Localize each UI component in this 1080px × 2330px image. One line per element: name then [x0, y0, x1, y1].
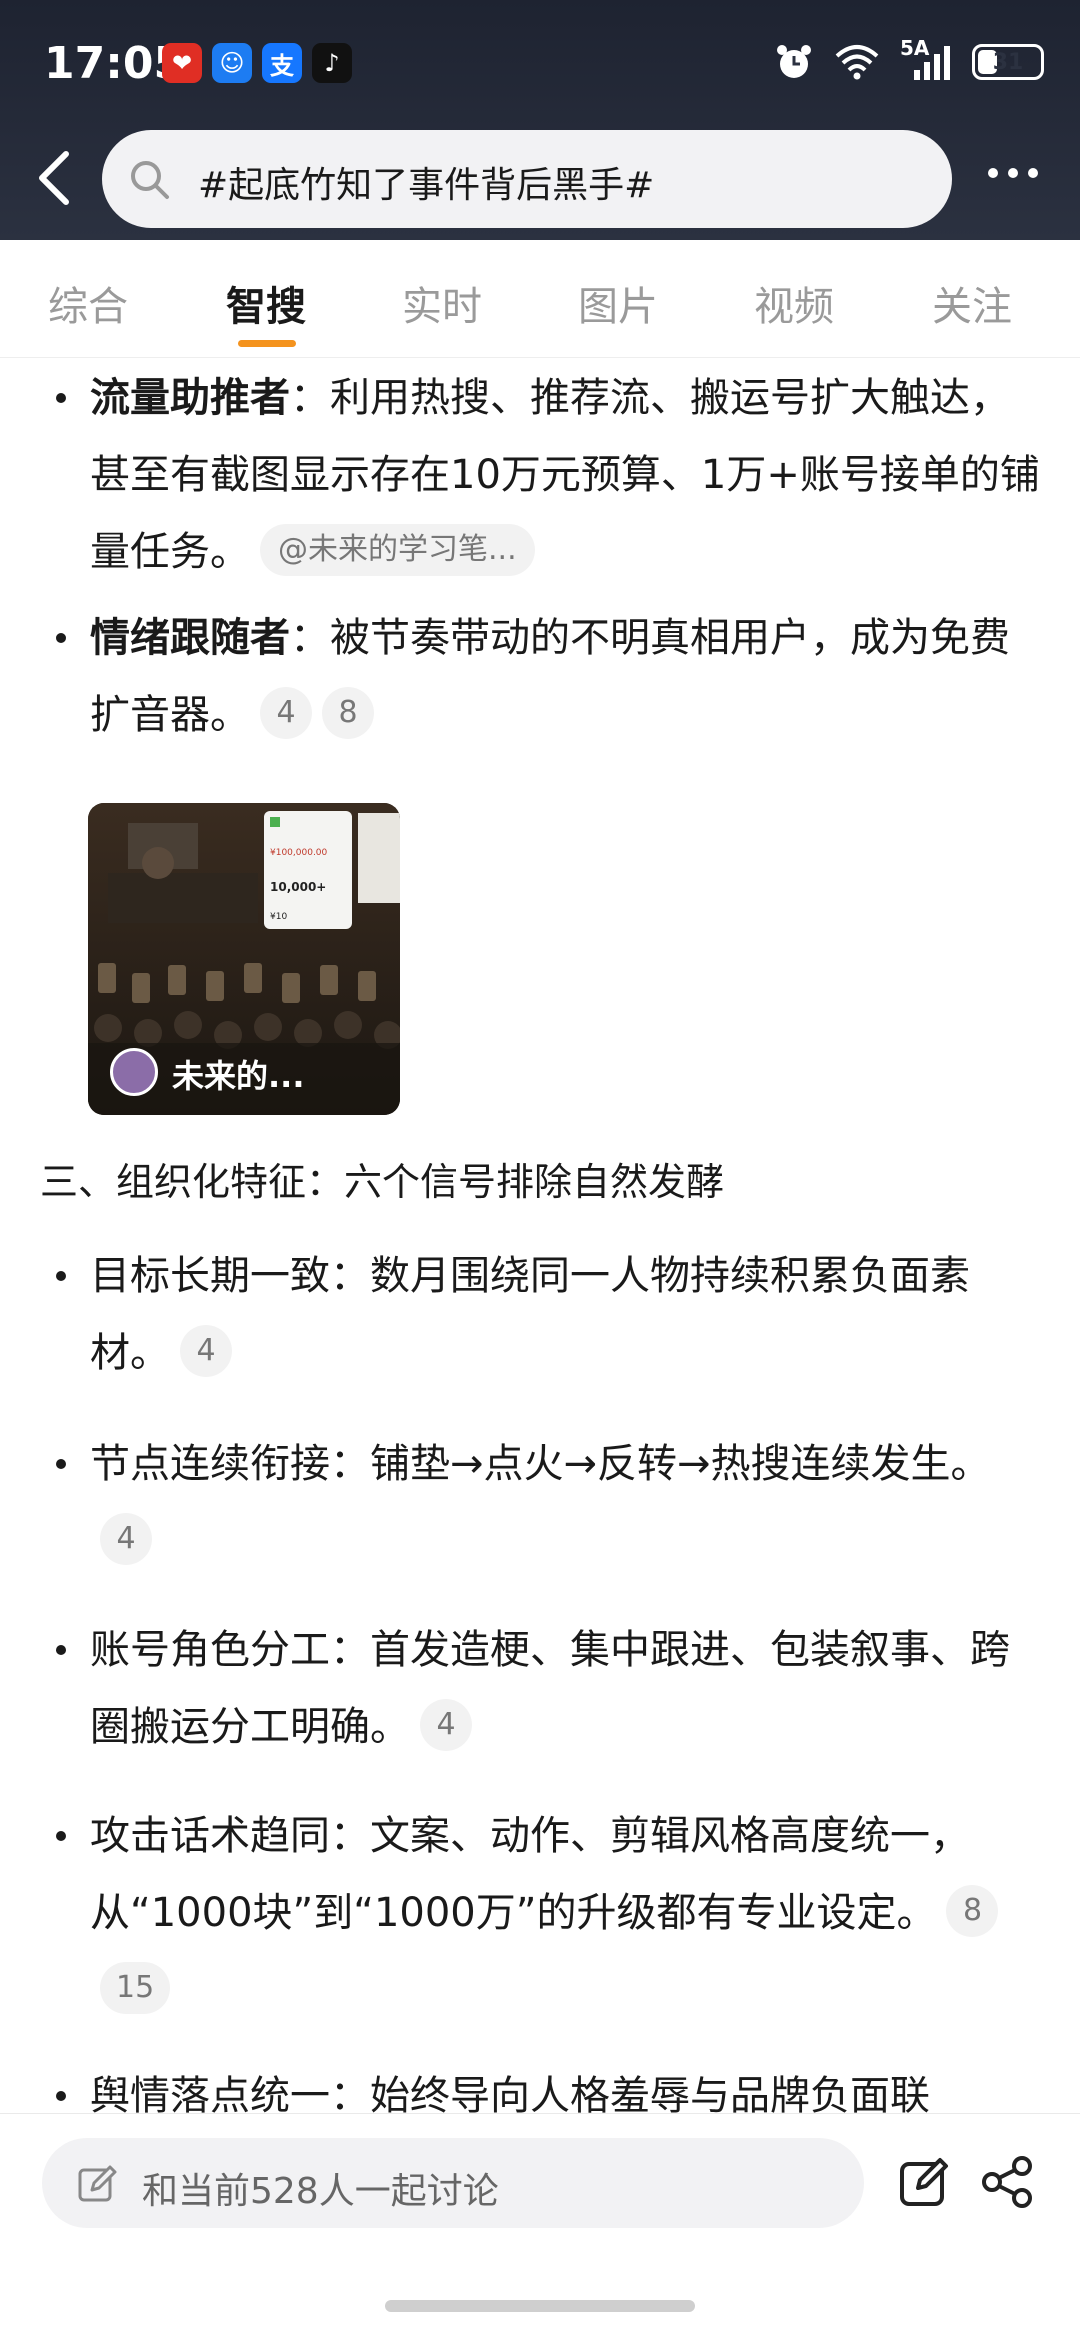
source-thumbnail[interactable]: ¥100,000.00 10,000+ ¥10 未来的...	[88, 803, 400, 1115]
bullet-text: 攻击话术趋同：文案、动作、剪辑风格高度统一，从“1000块”到“1000万”的升…	[90, 1798, 1040, 2029]
robot-app-icon: ☺	[212, 43, 252, 83]
douyin-icon: ♪	[312, 43, 352, 83]
tab-smart-search[interactable]: 智搜	[206, 274, 326, 332]
active-tab-indicator	[238, 340, 296, 347]
header: 17:05 ❤ ☺ 支 ♪ 5A 31 #起底竹知了事件背后黑手#	[0, 0, 1080, 240]
bullet-bold-term: 情绪跟随者	[90, 615, 290, 661]
back-arrow-icon[interactable]	[26, 146, 86, 210]
tab-realtime[interactable]: 实时	[382, 274, 502, 332]
bullet-dot	[56, 393, 66, 403]
bullet-body: 攻击话术趋同：文案、动作、剪辑风格高度统一，从“1000块”到“1000万”的升…	[90, 1813, 970, 1936]
search-query: #起底竹知了事件背后黑手#	[198, 165, 655, 206]
section-heading: 三、组织化特征：六个信号排除自然发酵	[40, 1160, 725, 1204]
bullet-dot	[56, 633, 66, 643]
citation-chip[interactable]: 8	[322, 687, 374, 739]
wifi-icon	[835, 45, 879, 80]
citation-chip[interactable]: 8	[946, 1885, 999, 1937]
pencil-icon	[78, 2165, 117, 2202]
search-tabs: 综合 智搜 实时 图片 视频 关注	[0, 240, 1080, 358]
overlay-count: 10,000+	[270, 880, 326, 894]
citation-chip[interactable]: 4	[180, 1325, 232, 1377]
bullet-body: 舆情落点统一：始终导向人格羞辱与品牌负面联	[90, 2073, 930, 2113]
bullet-body: 账号角色分工：首发造梗、集中跟进、包装叙事、跨圈搬运分工明确。	[90, 1627, 1010, 1750]
citation-chip[interactable]: 4	[100, 1513, 152, 1565]
bullet-dot	[56, 2091, 66, 2101]
more-options-icon[interactable]	[988, 168, 1038, 178]
bullet-body: 节点连续衔接：铺垫→点火→反转→热搜连续发生。	[90, 1441, 991, 1487]
overlay-amount: ¥100,000.00	[270, 848, 328, 858]
notification-app-icons: ❤ ☺ 支 ♪	[162, 43, 352, 83]
bullet-text: 情绪跟随者：被节奏带动的不明真相用户，成为免费扩音器。 4 8	[90, 600, 1040, 754]
tab-following[interactable]: 关注	[912, 274, 1032, 332]
tab-comprehensive[interactable]: 综合	[28, 274, 148, 332]
citation-chip[interactable]: 4	[260, 687, 312, 739]
overlay-price: ¥10	[270, 912, 287, 922]
share-icon[interactable]	[980, 2154, 1036, 2210]
bullet-dot	[56, 1645, 66, 1655]
bottom-bar: 和当前528人一起讨论	[0, 2113, 1080, 2330]
alipay-icon: 支	[262, 43, 302, 83]
tab-videos[interactable]: 视频	[734, 274, 854, 332]
bullet-text: 流量助推者：利用热搜、推荐流、搬运号扩大触达，甚至有截图显示存在10万元预算、1…	[90, 360, 1040, 591]
answer-content: 流量助推者：利用热搜、推荐流、搬运号扩大触达，甚至有截图显示存在10万元预算、1…	[0, 358, 1080, 2113]
discussion-placeholder: 和当前528人一起讨论	[142, 2171, 499, 2212]
bullet-text: 舆情落点统一：始终导向人格羞辱与品牌负面联	[90, 2058, 1040, 2113]
bullet-dot	[56, 1831, 66, 1841]
search-icon	[131, 161, 169, 199]
thumbnail-caption: 未来的...	[172, 1057, 305, 1095]
bullet-dot	[56, 1271, 66, 1281]
battery-level: 31	[992, 49, 1024, 75]
bullet-dot	[56, 1459, 66, 1469]
search-input[interactable]: #起底竹知了事件背后黑手#	[102, 130, 952, 228]
search-row: #起底竹知了事件背后黑手#	[0, 128, 1080, 228]
citation-chip[interactable]: 4	[420, 1699, 472, 1751]
system-icons: 5A 31	[774, 36, 1044, 82]
citation-chip[interactable]: 15	[100, 1962, 171, 2014]
citation-chip[interactable]: @未来的学习笔...	[260, 524, 535, 576]
bullet-text: 节点连续衔接：铺垫→点火→反转→热搜连续发生。 4	[90, 1426, 1040, 1580]
tab-images[interactable]: 图片	[558, 274, 678, 332]
cellular-signal-icon: 5A	[900, 36, 952, 82]
discussion-input[interactable]: 和当前528人一起讨论	[42, 2138, 864, 2228]
bullet-bold-term: 流量助推者	[90, 375, 290, 421]
battery-icon: 31	[972, 44, 1044, 80]
bullet-text: 账号角色分工：首发造梗、集中跟进、包装叙事、跨圈搬运分工明确。 4	[90, 1612, 1040, 1766]
status-bar: 17:05 ❤ ☺ 支 ♪ 5A 31	[0, 0, 1080, 120]
bullet-text: 目标长期一致：数月围绕同一人物持续积累负面素材。 4	[90, 1238, 1040, 1392]
alarm-icon	[777, 45, 811, 78]
home-indicator	[385, 2300, 695, 2312]
compose-icon[interactable]	[896, 2154, 952, 2210]
pinduoduo-icon: ❤	[162, 43, 202, 83]
avatar	[110, 1048, 158, 1096]
